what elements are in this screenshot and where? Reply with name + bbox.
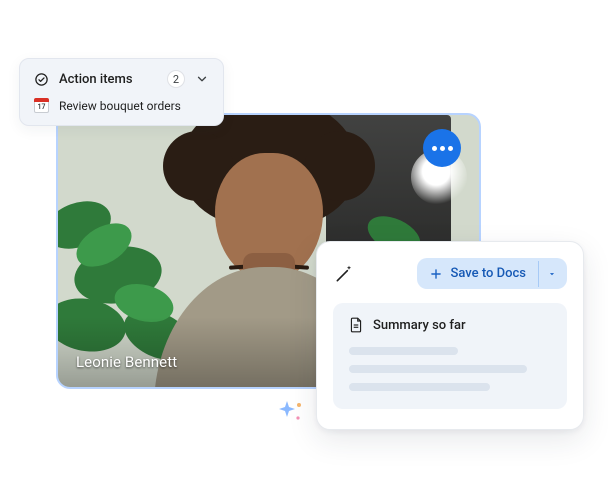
sparkle-icon: [275, 395, 307, 427]
summary-card: Save to Docs Summary so far: [316, 241, 584, 430]
save-to-docs-dropdown[interactable]: [538, 261, 567, 287]
save-to-docs-button[interactable]: Save to Docs: [417, 258, 538, 289]
plus-icon: [429, 267, 443, 281]
summary-heading: Summary so far: [373, 318, 466, 333]
action-items-card[interactable]: Action items 2 17 Review bouquet orders: [19, 58, 224, 126]
save-to-docs-split-button[interactable]: Save to Docs: [417, 258, 567, 289]
document-icon: [349, 317, 363, 333]
more-options-button[interactable]: [423, 129, 461, 167]
summary-body: Summary so far: [333, 303, 567, 409]
action-item-row[interactable]: 17 Review bouquet orders: [34, 98, 209, 113]
summary-skeleton: [349, 347, 551, 391]
magic-wand-icon: [333, 263, 355, 285]
participant-name: Leonie Bennett: [76, 353, 177, 371]
action-item-text: Review bouquet orders: [59, 99, 181, 113]
save-to-docs-label: Save to Docs: [451, 266, 526, 281]
action-items-title: Action items: [59, 72, 157, 87]
calendar-icon: 17: [34, 98, 49, 113]
action-items-count: 2: [167, 70, 185, 88]
check-circle-icon: [34, 72, 49, 87]
chevron-down-icon[interactable]: [195, 72, 209, 86]
